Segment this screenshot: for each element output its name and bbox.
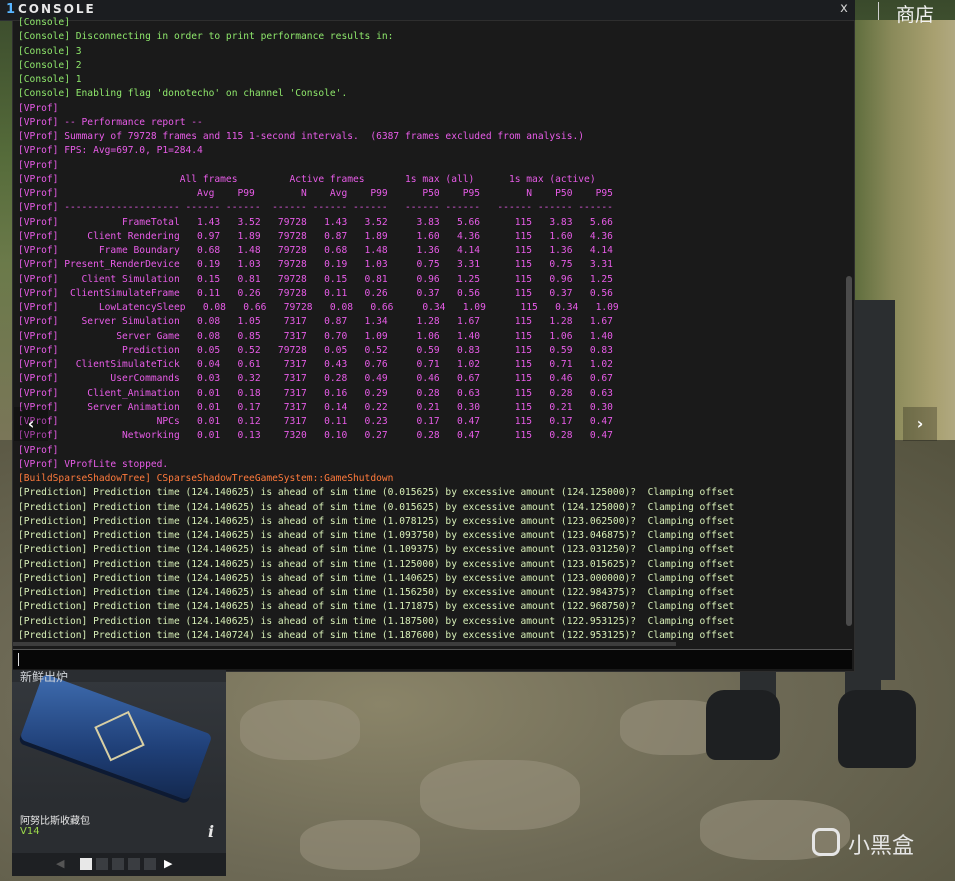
console-line: [Prediction] Prediction time (124.140625… — [18, 530, 735, 541]
console-line: [Prediction] Prediction time (124.140625… — [18, 572, 735, 584]
console-line: [VProf] Client_Animation 0.01 0.18 7317 … — [18, 387, 613, 399]
info-icon[interactable]: i — [208, 822, 214, 841]
watermark-logo-icon — [812, 828, 840, 856]
pager-next-icon[interactable]: ▶ — [164, 857, 176, 870]
item-image — [12, 673, 226, 802]
console-line: [VProf] VProfLite stopped. — [18, 458, 169, 470]
console-line: [Prediction] Prediction time (124.140625… — [18, 544, 735, 556]
console-line: [VProf] ClientSimulateTick 0.04 0.61 731… — [18, 359, 613, 370]
console-log[interactable]: [Console] [Console] Disconnecting in ord… — [18, 16, 838, 661]
console-line: [VProf] Present_RenderDevice 0.19 1.03 7… — [18, 259, 613, 271]
console-line: [Prediction] Prediction time (124.140625… — [18, 615, 735, 627]
console-line: [Prediction] Prediction time (124.140625… — [18, 601, 735, 613]
ground-stone — [300, 820, 420, 870]
console-line: [Console] — [18, 17, 76, 28]
shop-button[interactable]: 商店 — [878, 0, 955, 26]
pager-dot[interactable] — [96, 858, 108, 870]
pager-dot[interactable] — [112, 858, 124, 870]
console-window: [Console] [Console] Disconnecting in ord… — [12, 17, 855, 672]
console-line: [VProf] Server Game 0.08 0.85 7317 0.70 … — [18, 330, 613, 342]
console-horizontal-scrollbar[interactable] — [13, 642, 676, 646]
console-line: [Console] 3 — [18, 45, 82, 57]
console-line: [VProf] Client Simulation 0.15 0.81 7972… — [18, 273, 613, 285]
character-boot — [838, 690, 916, 768]
console-line: [Prediction] Prediction time (124.140625… — [18, 501, 735, 513]
console-line: [VProf] — [18, 102, 59, 114]
console-line: [BuildSparseShadowTree] CSparseShadowTre… — [18, 473, 394, 484]
console-scrollbar[interactable] — [846, 276, 852, 626]
item-price: V14 — [20, 826, 40, 837]
console-line: [Console] Enabling flag 'donotecho' on c… — [18, 88, 348, 100]
console-line: [Prediction] Prediction time (124.140625… — [18, 558, 735, 570]
panel-header: 新鲜出炉 — [20, 670, 69, 684]
ground-stone — [420, 760, 580, 830]
console-line: [Console] 2 — [18, 59, 82, 71]
console-line: [VProf] FrameTotal 1.43 3.52 79728 1.43 … — [18, 216, 613, 228]
ground-stone — [240, 700, 360, 760]
pager-dot[interactable] — [128, 858, 140, 870]
console-line: [VProf] All frames Active frames 1s max … — [18, 173, 596, 185]
console-line: [VProf] FPS: Avg=697.0, P1=284.4 — [18, 145, 203, 157]
console-line: [VProf] Server Animation 0.01 0.17 7317 … — [18, 401, 613, 413]
watermark: 小黑盒 — [812, 826, 952, 860]
featured-item-panel[interactable]: 新鲜出炉 阿努比斯收藏包 V14 i ◀ ▶ — [12, 670, 226, 876]
console-line: [Console] 1 — [18, 74, 82, 85]
pager-dot[interactable] — [144, 858, 156, 870]
console-title: CONSOLE — [18, 2, 96, 16]
case-emblem-icon — [94, 710, 145, 762]
shop-label: 商店 — [896, 4, 935, 26]
console-line: [VProf] Summary of 79728 frames and 115 … — [18, 131, 585, 142]
console-line: [VProf] — [18, 159, 59, 171]
console-line: [VProf] Client Rendering 0.97 1.89 79728… — [18, 230, 613, 242]
console-line: [VProf] -------------------- ------ ----… — [18, 202, 613, 214]
character-leg — [855, 300, 895, 680]
console-line: [VProf] Server Simulation 0.08 1.05 7317… — [18, 316, 613, 328]
console-input[interactable] — [13, 649, 852, 669]
pager-prev-icon[interactable]: ◀ — [56, 857, 68, 870]
console-line: [VProf] ClientSimulateFrame 0.11 0.26 79… — [18, 287, 613, 299]
console-line: [VProf] Networking 0.01 0.13 7320 0.10 0… — [18, 430, 613, 442]
console-line: [VProf] Prediction 0.05 0.52 79728 0.05 … — [18, 344, 613, 356]
pager-dot-active[interactable] — [80, 858, 92, 870]
next-arrow-icon[interactable]: › — [903, 407, 937, 441]
console-line: [VProf] UserCommands 0.03 0.32 7317 0.28… — [18, 373, 613, 385]
console-line: [VProf] LowLatencySleep 0.08 0.66 79728 … — [18, 302, 619, 313]
case-graphic — [19, 673, 213, 801]
shop-divider — [878, 2, 879, 20]
input-caret — [18, 653, 19, 666]
watermark-text: 小黑盒 — [848, 834, 915, 859]
console-line: [VProf] — [18, 444, 59, 456]
panel-pager: ◀ ▶ — [12, 853, 226, 876]
console-line: [Prediction] Prediction time (124.140625… — [18, 587, 735, 598]
console-line: [VProf] Frame Boundary 0.68 1.48 79728 0… — [18, 245, 613, 256]
console-line: [Prediction] Prediction time (124.140625… — [18, 487, 735, 499]
close-icon[interactable]: x — [836, 1, 852, 17]
console-line: [Prediction] Prediction time (124.140625… — [18, 515, 735, 527]
console-line: [Console] Disconnecting in order to prin… — [18, 31, 394, 43]
console-line: [VProf] -- Performance report -- — [18, 116, 203, 128]
item-name: 阿努比斯收藏包 — [20, 816, 90, 827]
previous-arrow-icon[interactable]: ‹ — [14, 407, 48, 441]
console-line: [Prediction] Prediction time (124.140724… — [18, 629, 735, 641]
console-line: [VProf] NPCs 0.01 0.12 7317 0.11 0.23 0.… — [18, 416, 613, 427]
console-line: [VProf] Avg P99 N Avg P99 P50 P95 N P50 … — [18, 188, 613, 199]
character-boot — [706, 690, 780, 760]
